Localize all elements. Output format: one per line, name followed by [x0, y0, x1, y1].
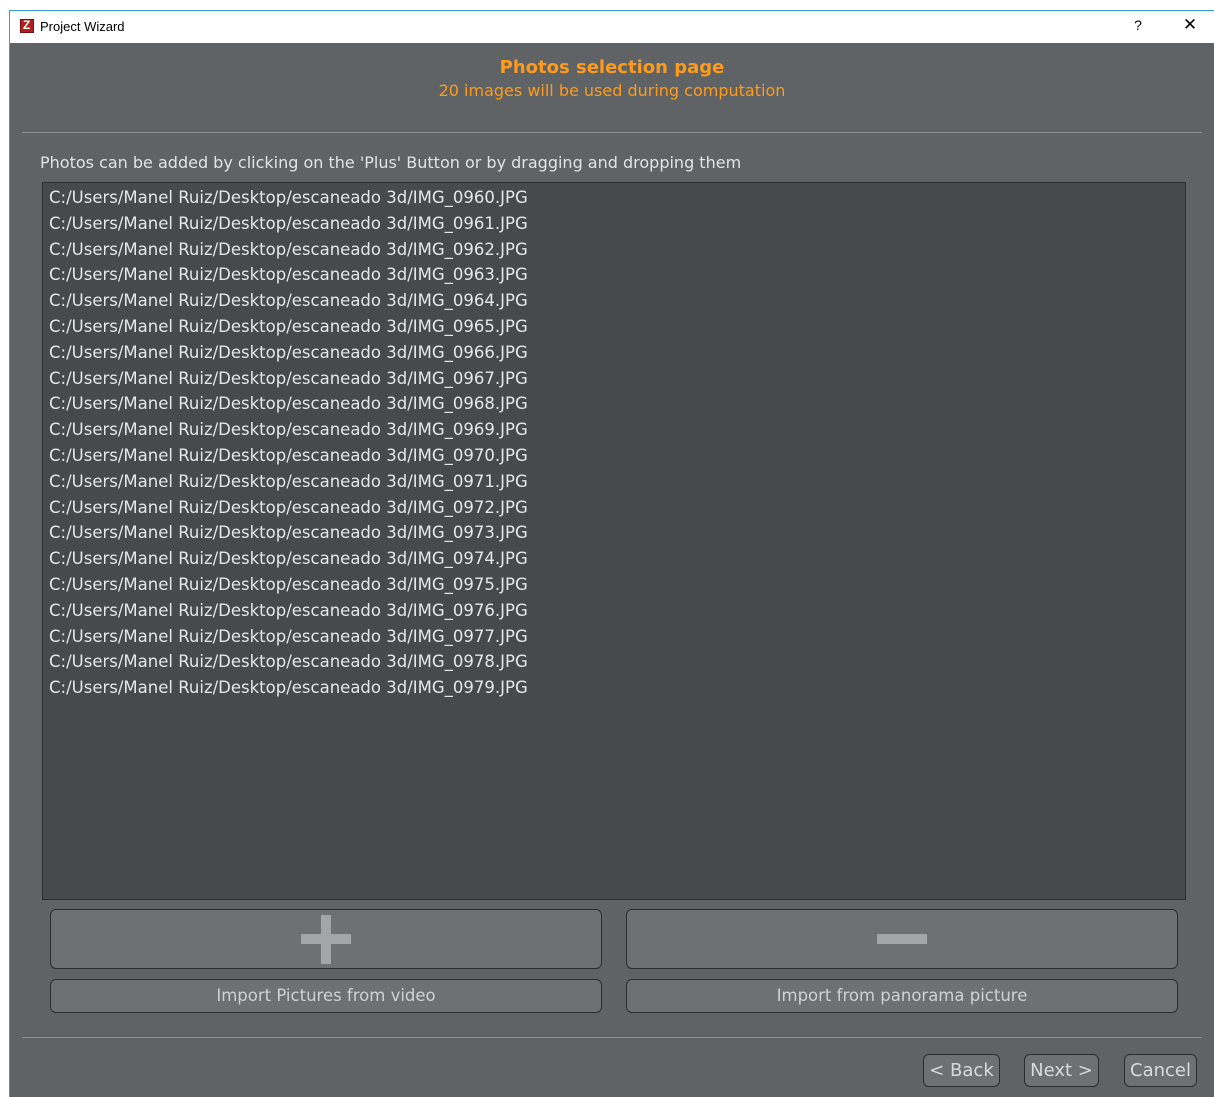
- list-item[interactable]: C:/Users/Manel Ruiz/Desktop/escaneado 3d…: [49, 649, 1185, 675]
- list-item[interactable]: C:/Users/Manel Ruiz/Desktop/escaneado 3d…: [49, 572, 1185, 598]
- add-photos-button[interactable]: [50, 909, 602, 969]
- import-panorama-button[interactable]: Import from panorama picture: [626, 979, 1178, 1013]
- title-bar: Project Wizard ? ✕: [10, 11, 1214, 43]
- header-divider: [22, 132, 1202, 133]
- list-item[interactable]: C:/Users/Manel Ruiz/Desktop/escaneado 3d…: [49, 185, 1185, 211]
- close-button[interactable]: ✕: [1178, 15, 1202, 35]
- list-item[interactable]: C:/Users/Manel Ruiz/Desktop/escaneado 3d…: [49, 443, 1185, 469]
- list-item[interactable]: C:/Users/Manel Ruiz/Desktop/escaneado 3d…: [49, 391, 1185, 417]
- project-wizard-window: Project Wizard ? ✕ Photos selection page…: [9, 10, 1214, 1097]
- list-item[interactable]: C:/Users/Manel Ruiz/Desktop/escaneado 3d…: [49, 366, 1185, 392]
- list-item[interactable]: C:/Users/Manel Ruiz/Desktop/escaneado 3d…: [49, 520, 1185, 546]
- photo-list[interactable]: C:/Users/Manel Ruiz/Desktop/escaneado 3d…: [42, 182, 1186, 900]
- list-item[interactable]: C:/Users/Manel Ruiz/Desktop/escaneado 3d…: [49, 469, 1185, 495]
- app-logo-icon: [20, 18, 34, 33]
- page-title: Photos selection page: [499, 57, 725, 78]
- next-button[interactable]: Next >: [1024, 1054, 1099, 1087]
- list-item[interactable]: C:/Users/Manel Ruiz/Desktop/escaneado 3d…: [49, 675, 1185, 701]
- help-button[interactable]: ?: [1128, 17, 1148, 33]
- list-item[interactable]: C:/Users/Manel Ruiz/Desktop/escaneado 3d…: [49, 288, 1185, 314]
- list-item[interactable]: C:/Users/Manel Ruiz/Desktop/escaneado 3d…: [49, 262, 1185, 288]
- list-item[interactable]: C:/Users/Manel Ruiz/Desktop/escaneado 3d…: [49, 417, 1185, 443]
- list-item[interactable]: C:/Users/Manel Ruiz/Desktop/escaneado 3d…: [49, 211, 1185, 237]
- list-item[interactable]: C:/Users/Manel Ruiz/Desktop/escaneado 3d…: [49, 598, 1185, 624]
- page-subtitle: 20 images will be used during computatio…: [438, 81, 786, 100]
- cancel-button[interactable]: Cancel: [1124, 1054, 1197, 1087]
- back-button[interactable]: < Back: [923, 1054, 1000, 1087]
- remove-photos-button[interactable]: [626, 909, 1178, 969]
- list-item[interactable]: C:/Users/Manel Ruiz/Desktop/escaneado 3d…: [49, 314, 1185, 340]
- list-item[interactable]: C:/Users/Manel Ruiz/Desktop/escaneado 3d…: [49, 237, 1185, 263]
- instruction-text: Photos can be added by clicking on the '…: [40, 153, 742, 172]
- import-video-button[interactable]: Import Pictures from video: [50, 979, 602, 1013]
- list-item[interactable]: C:/Users/Manel Ruiz/Desktop/escaneado 3d…: [49, 546, 1185, 572]
- footer-divider: [22, 1037, 1202, 1038]
- window-title: Project Wizard: [40, 19, 125, 34]
- list-item[interactable]: C:/Users/Manel Ruiz/Desktop/escaneado 3d…: [49, 495, 1185, 521]
- list-item[interactable]: C:/Users/Manel Ruiz/Desktop/escaneado 3d…: [49, 624, 1185, 650]
- list-item[interactable]: C:/Users/Manel Ruiz/Desktop/escaneado 3d…: [49, 340, 1185, 366]
